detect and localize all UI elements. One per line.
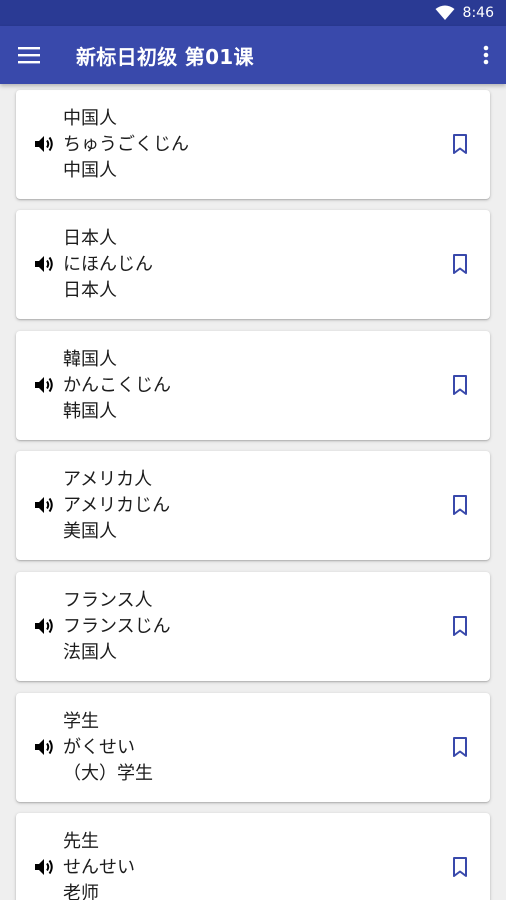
bookmark-outline-icon[interactable] xyxy=(450,736,470,758)
word-kanji: フランス人 xyxy=(63,590,153,611)
menu-button[interactable] xyxy=(0,26,58,84)
word-kanji: 先生 xyxy=(63,831,99,852)
page-title: 新标日初级 第01课 xyxy=(76,44,254,69)
word-card[interactable]: アメリカ人 アメリカじん 美国人 xyxy=(16,451,490,560)
word-meaning: 韩国人 xyxy=(63,401,117,422)
speaker-icon[interactable] xyxy=(34,134,56,154)
status-bar: 8:46 xyxy=(0,0,506,26)
word-card[interactable]: 先生 せんせい 老师 xyxy=(16,813,490,900)
more-options-button[interactable] xyxy=(466,26,506,84)
wifi-icon xyxy=(435,5,455,21)
word-card[interactable]: 学生 がくせい （大）学生 xyxy=(16,693,490,802)
word-card[interactable]: 日本人 にほんじん 日本人 xyxy=(16,210,490,319)
speaker-icon[interactable] xyxy=(34,375,56,395)
word-kanji: アメリカ人 xyxy=(63,469,153,490)
word-meaning: 日本人 xyxy=(63,280,117,301)
bookmark-outline-icon[interactable] xyxy=(450,615,470,637)
word-kana: かんこくじん xyxy=(63,375,171,396)
word-meaning: 美国人 xyxy=(63,521,117,542)
word-meaning: 法国人 xyxy=(63,642,117,663)
speaker-icon[interactable] xyxy=(34,495,56,515)
word-card[interactable]: 中国人 ちゅうごくじん 中国人 xyxy=(16,90,490,199)
word-kana: フランスじん xyxy=(63,616,171,637)
bookmark-outline-icon[interactable] xyxy=(450,133,470,155)
speaker-icon[interactable] xyxy=(34,857,56,877)
bookmark-outline-icon[interactable] xyxy=(450,856,470,878)
word-kana: ちゅうごくじん xyxy=(63,134,189,155)
word-kana: アメリカじん xyxy=(63,495,171,516)
word-kanji: 中国人 xyxy=(63,108,117,129)
word-meaning: 中国人 xyxy=(63,160,117,181)
bookmark-outline-icon[interactable] xyxy=(450,494,470,516)
speaker-icon[interactable] xyxy=(34,616,56,636)
app-bar: 新标日初级 第01课 xyxy=(0,26,506,84)
word-card[interactable]: フランス人 フランスじん 法国人 xyxy=(16,572,490,681)
bookmark-outline-icon[interactable] xyxy=(450,253,470,275)
word-kanji: 学生 xyxy=(63,711,99,732)
word-list[interactable]: 中国人 ちゅうごくじん 中国人 日本人 にほんじん 日本人 韓国人 かんこくじん… xyxy=(0,84,506,900)
word-kanji: 日本人 xyxy=(63,228,117,249)
speaker-icon[interactable] xyxy=(34,254,56,274)
word-kana: にほんじん xyxy=(63,254,153,275)
status-time: 8:46 xyxy=(462,5,494,21)
word-kanji: 韓国人 xyxy=(63,349,117,370)
word-meaning: （大）学生 xyxy=(63,763,153,784)
bookmark-outline-icon[interactable] xyxy=(450,374,470,396)
word-card[interactable]: 韓国人 かんこくじん 韩国人 xyxy=(16,331,490,440)
word-kana: がくせい xyxy=(63,737,135,758)
menu-icon xyxy=(18,47,40,64)
speaker-icon[interactable] xyxy=(34,737,56,757)
word-meaning: 老师 xyxy=(63,883,99,900)
more-vert-icon xyxy=(483,45,489,65)
word-kana: せんせい xyxy=(63,857,135,878)
